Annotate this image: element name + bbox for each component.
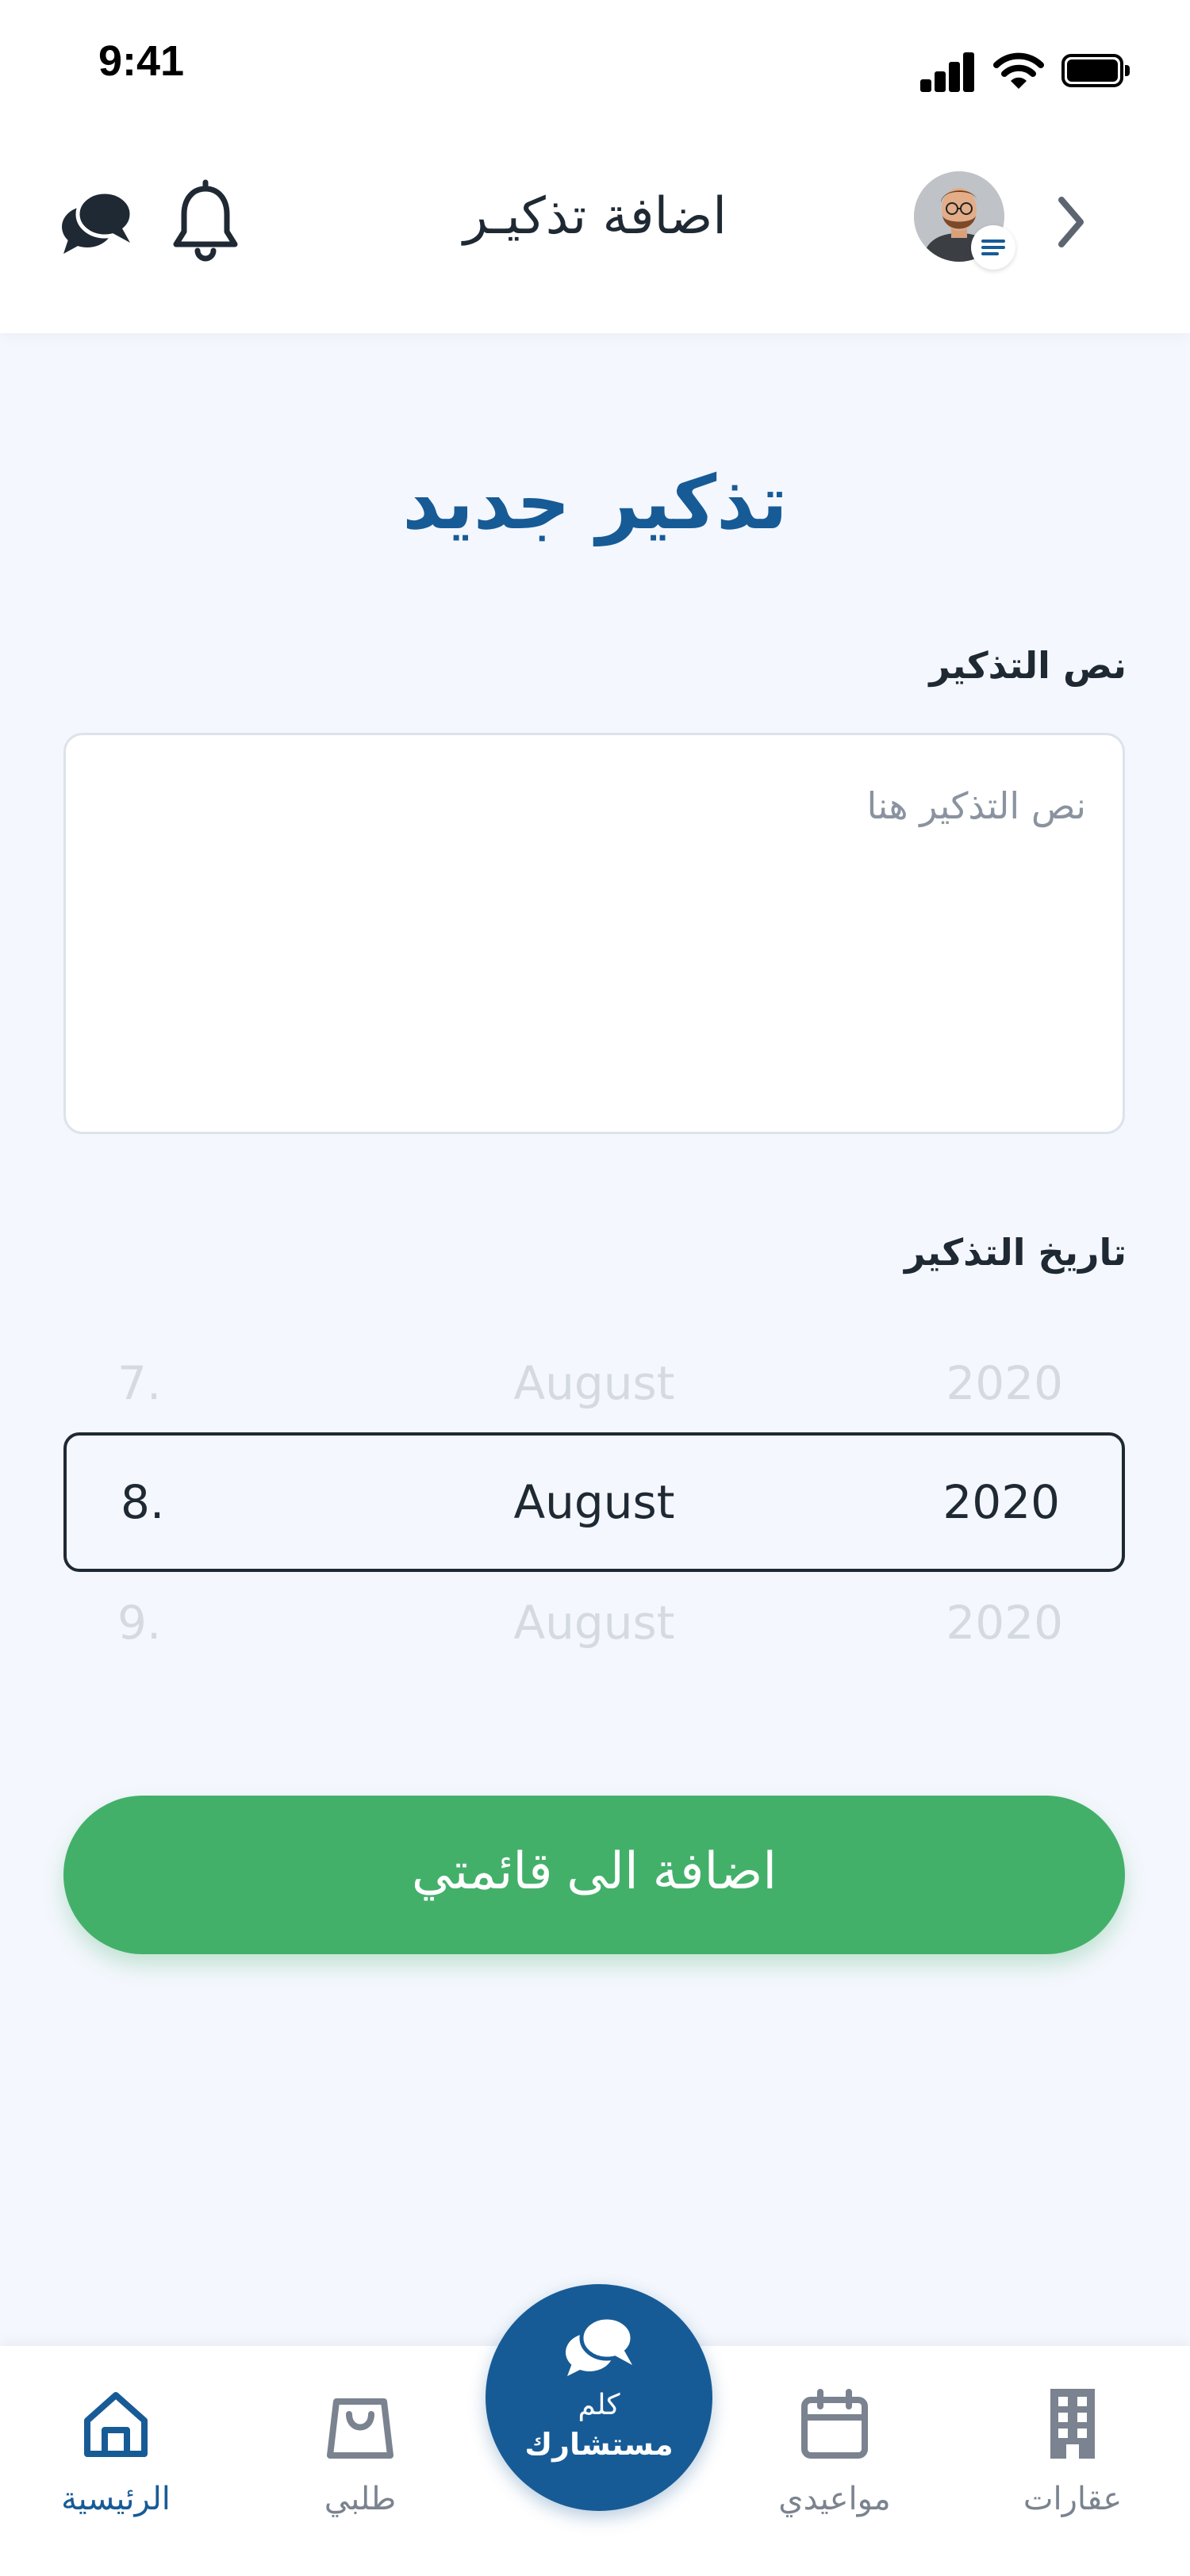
picker-year: 2020 [946,1356,1063,1410]
battery-icon [1061,54,1130,87]
home-icon [84,2392,148,2457]
picker-year: 2020 [942,1475,1060,1529]
nav-item-home[interactable]: الرئيسية [21,2386,211,2544]
back-chevron-icon[interactable] [1047,190,1095,254]
date-picker-next-row[interactable]: 9. August 2020 [63,1575,1125,1670]
nav-label-real-estate: عقارات [1023,2481,1123,2517]
talk-to-consultant-button[interactable]: كلم مستشارك [486,2284,712,2511]
nav-label-home: الرئيسية [61,2481,171,2517]
nav-item-my-order[interactable]: طلبي [265,2386,455,2544]
shopping-bag-icon [327,2398,393,2459]
nav-item-real-estate[interactable]: عقارات [977,2386,1168,2544]
form-title: تذكير جديد [402,460,788,546]
fab-label-line1: كلم [578,2389,620,2421]
nav-item-appointments[interactable]: مواعيدي [739,2386,930,2544]
wifi-icon [993,52,1044,89]
menu-lines-icon [981,240,1005,255]
add-to-list-label: اضافة الى قائمتي [411,1842,777,1899]
status-icons [920,49,1134,92]
reminder-text-input[interactable]: نص التذكير هنا [63,733,1125,1134]
status-time: 9:41 [98,37,185,85]
cellular-signal-icon [920,49,976,92]
avatar-menu-badge[interactable] [971,225,1015,270]
top-header-area: 9:41 اضافة تذكيـر [0,0,1190,333]
building-icon [1050,2389,1095,2459]
date-picker-selected-row[interactable]: 8. August 2020 [63,1432,1125,1572]
reminder-text-label: نص التذكير [929,644,1127,687]
add-to-list-button[interactable]: اضافة الى قائمتي [63,1796,1125,1954]
date-picker-prev-row[interactable]: 7. August 2020 [63,1336,1125,1431]
calendar-icon [801,2389,868,2459]
reminder-date-label: تاريخ التذكير [904,1231,1127,1274]
picker-year: 2020 [946,1596,1063,1650]
reminder-text-placeholder: نص التذكير هنا [866,784,1086,827]
nav-label-appointments: مواعيدي [778,2481,891,2517]
chat-icon[interactable] [59,184,135,259]
chat-bubbles-icon [566,2315,635,2376]
bell-icon[interactable] [170,179,241,266]
fab-label-line2: مستشارك [524,2427,674,2462]
nav-label-my-order: طلبي [324,2481,397,2517]
